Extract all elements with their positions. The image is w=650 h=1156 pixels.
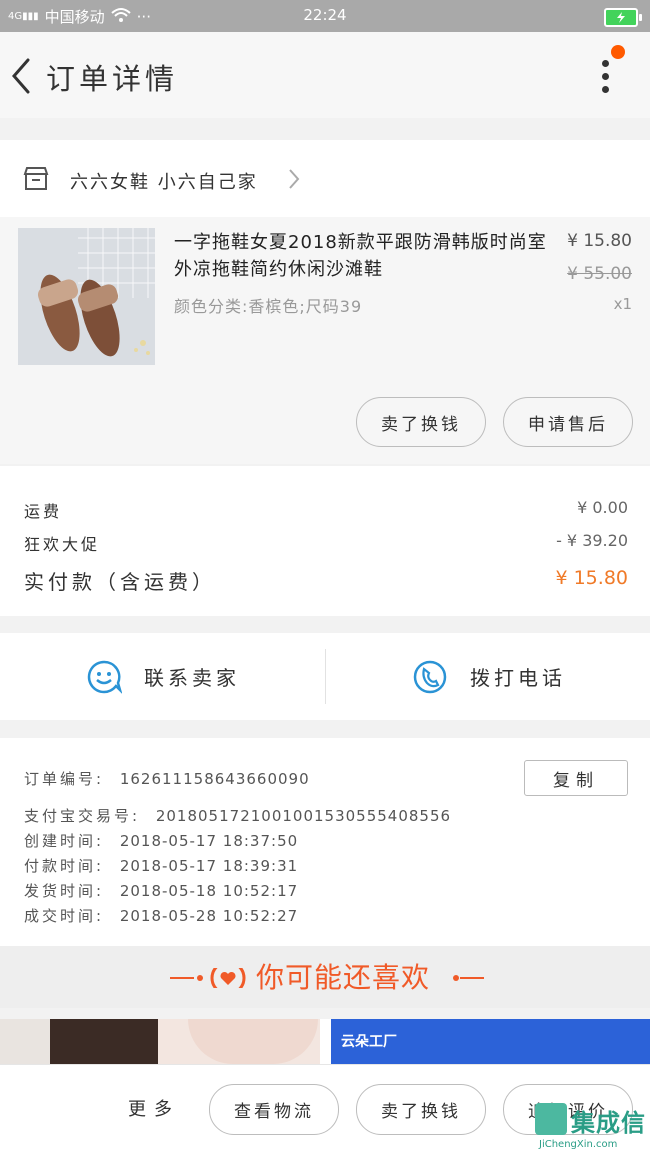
- product-card[interactable]: 一字拖鞋女夏2018新款平跟防滑韩版时尚室外凉拖鞋简约休闲沙滩鞋 颜色分类:香槟…: [0, 217, 650, 464]
- chevron-left-icon: [12, 58, 30, 94]
- after-sale-button[interactable]: 申请售后: [503, 397, 633, 447]
- product-spec: 颜色分类:香槟色;尺码39: [174, 297, 363, 316]
- cost-summary: 运费 ¥ 0.00 狂欢大促 - ¥ 39.20 实付款（含运费） ¥ 15.8…: [0, 466, 650, 616]
- done-time: 2018-05-28 10:52:27: [119, 907, 299, 925]
- page-title: 订单详情: [46, 62, 179, 96]
- paid-time: 2018-05-17 18:39:31: [119, 857, 299, 875]
- discount-value: - ¥ 39.20: [556, 531, 628, 550]
- recommend-title: 你可能还喜欢: [256, 961, 431, 994]
- copy-button[interactable]: 复制: [524, 760, 628, 796]
- call-phone-button[interactable]: 拨打电话: [412, 633, 566, 720]
- product-price: ¥ 15.80: [567, 231, 632, 251]
- order-number: 162611158643660090: [119, 770, 310, 788]
- store-icon: [23, 167, 49, 190]
- order-number-label: 订单编号:: [24, 770, 105, 788]
- view-logistics-button[interactable]: 查看物流: [209, 1084, 339, 1135]
- status-bar: 4G▮▮▮ 中国移动 ··· 22:24: [0, 0, 650, 32]
- watermark-logo-icon: [535, 1103, 567, 1135]
- phone-icon: [413, 660, 447, 693]
- recommend-banner: 你可能还喜欢: [0, 946, 650, 1008]
- shipped-line: 发货时间: 2018-05-18 10:52:17: [24, 880, 298, 901]
- order-number-line: 订单编号: 162611158643660090: [24, 768, 310, 789]
- sandal-photo: [18, 228, 155, 365]
- paid-value: ¥ 15.80: [555, 567, 628, 589]
- done-label: 成交时间:: [24, 907, 105, 925]
- recommend-item-image[interactable]: [0, 1019, 158, 1064]
- product-title[interactable]: 一字拖鞋女夏2018新款平跟防滑韩版时尚室外凉拖鞋简约休闲沙滩鞋: [174, 229, 554, 283]
- alipay-label: 支付宝交易号:: [24, 807, 141, 825]
- product-original-price: ¥ 55.00: [567, 264, 632, 284]
- chevron-right-icon: [289, 169, 300, 189]
- more-menu-button[interactable]: [590, 50, 630, 110]
- resell-button-bottom[interactable]: 卖了换钱: [356, 1084, 486, 1135]
- recommend-item-image[interactable]: [158, 1019, 320, 1064]
- watermark-url: JiChengXin.com: [539, 1139, 618, 1150]
- alipay-number: 2018051721001001530555408556: [155, 807, 452, 825]
- product-quantity: x1: [613, 295, 632, 313]
- created-line: 创建时间: 2018-05-17 18:37:50: [24, 830, 298, 851]
- done-line: 成交时间: 2018-05-28 10:52:27: [24, 905, 298, 926]
- contact-bar: 联系卖家 拨打电话: [0, 633, 650, 720]
- divider: [325, 649, 326, 704]
- order-info: 订单编号: 162611158643660090 复制 支付宝交易号: 2018…: [0, 738, 650, 946]
- header: 订单详情: [0, 32, 650, 118]
- battery-icon: [604, 8, 642, 27]
- recommend-item-image[interactable]: 云朵工厂: [331, 1019, 650, 1064]
- product-image[interactable]: [18, 228, 155, 365]
- shop-row[interactable]: 六六女鞋 小六自己家: [0, 140, 650, 217]
- decor-arrow-left: [170, 968, 246, 988]
- shop-name: 六六女鞋 小六自己家: [70, 172, 258, 193]
- more-button[interactable]: 更多: [128, 1095, 180, 1121]
- shipped-label: 发货时间:: [24, 882, 105, 900]
- created-label: 创建时间:: [24, 832, 105, 850]
- clock: 22:24: [303, 6, 347, 24]
- watermark: 集成信 JiChengXin.com: [535, 1103, 650, 1155]
- notification-dot: [611, 45, 625, 59]
- watermark-text: 集成信: [571, 1109, 646, 1137]
- recommend-strip[interactable]: 云朵工厂: [0, 1019, 650, 1064]
- alipay-line: 支付宝交易号: 2018051721001001530555408556: [24, 805, 451, 826]
- call-phone-label: 拨打电话: [470, 666, 566, 690]
- paid-line: 付款时间: 2018-05-17 18:39:31: [24, 855, 298, 876]
- contact-seller-label: 联系卖家: [144, 666, 240, 690]
- created-time: 2018-05-17 18:37:50: [119, 832, 299, 850]
- chat-smile-icon: [87, 660, 122, 694]
- shipped-time: 2018-05-18 10:52:17: [119, 882, 299, 900]
- discount-label: 狂欢大促: [24, 535, 101, 554]
- contact-seller-button[interactable]: 联系卖家: [86, 633, 240, 720]
- resell-button[interactable]: 卖了换钱: [356, 397, 486, 447]
- shipping-label: 运费: [24, 502, 63, 521]
- paid-label: 实付款（含运费）: [24, 570, 216, 594]
- back-button[interactable]: [6, 54, 40, 98]
- decor-arrow-right: [453, 975, 484, 981]
- recommend-brand-text: 云朵工厂: [341, 1034, 397, 1050]
- shipping-value: ¥ 0.00: [577, 498, 628, 517]
- paid-time-label: 付款时间:: [24, 857, 105, 875]
